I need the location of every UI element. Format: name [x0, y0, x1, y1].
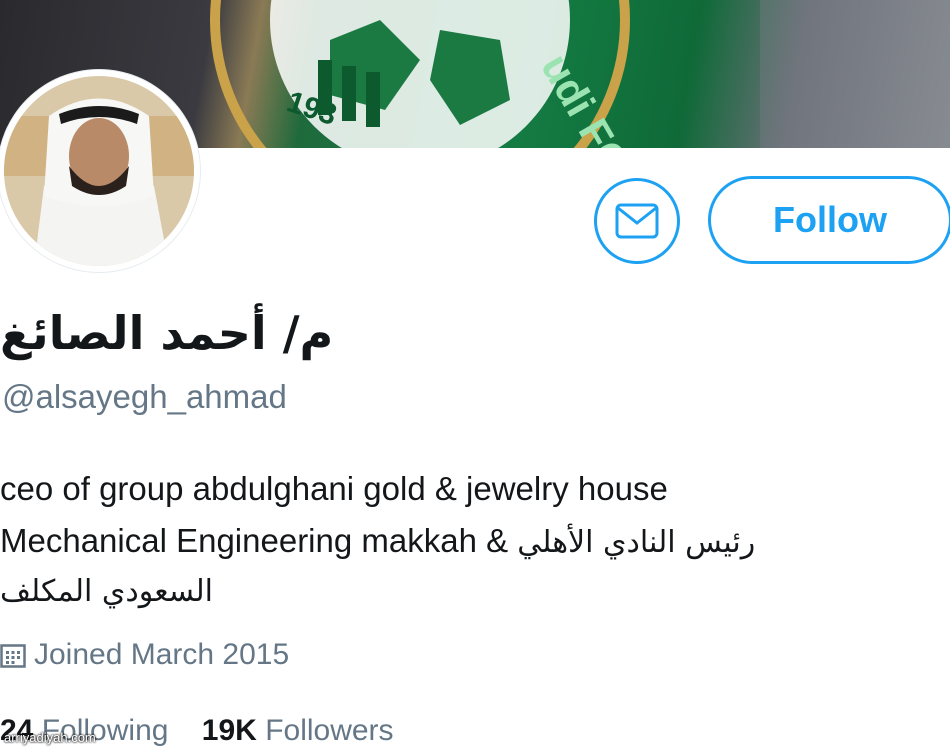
avatar-photo: [4, 76, 194, 266]
watermark: arriyadiyah.com: [4, 730, 96, 745]
profile-display-name: م/ أحمد الصائغ: [0, 306, 334, 360]
bio-line-2: Mechanical Engineering makkah & رئيس الن…: [0, 522, 755, 560]
profile-avatar[interactable]: [0, 70, 200, 272]
bio-line-3-arabic: السعودي المكلف: [0, 574, 213, 609]
calendar-icon: [0, 644, 26, 668]
bio-line-2-english: Mechanical Engineering makkah &: [0, 522, 509, 559]
profile-handle[interactable]: @alsayegh_ahmad: [2, 378, 287, 416]
followers-count: 19K: [201, 714, 257, 747]
bio-line-1: ceo of group abdulghani gold & jewelry h…: [0, 470, 668, 507]
joined-date: Joined March 2015: [0, 638, 289, 672]
followers-link[interactable]: 19K Followers: [202, 714, 394, 747]
joined-date-text: Joined March 2015: [34, 638, 290, 671]
followers-label: Followers: [265, 714, 394, 747]
message-button[interactable]: [594, 178, 680, 264]
envelope-icon: [615, 203, 659, 239]
bio-line-2-arabic: رئيس النادي الأهلي: [517, 525, 756, 560]
follow-button[interactable]: Follow: [708, 176, 950, 264]
